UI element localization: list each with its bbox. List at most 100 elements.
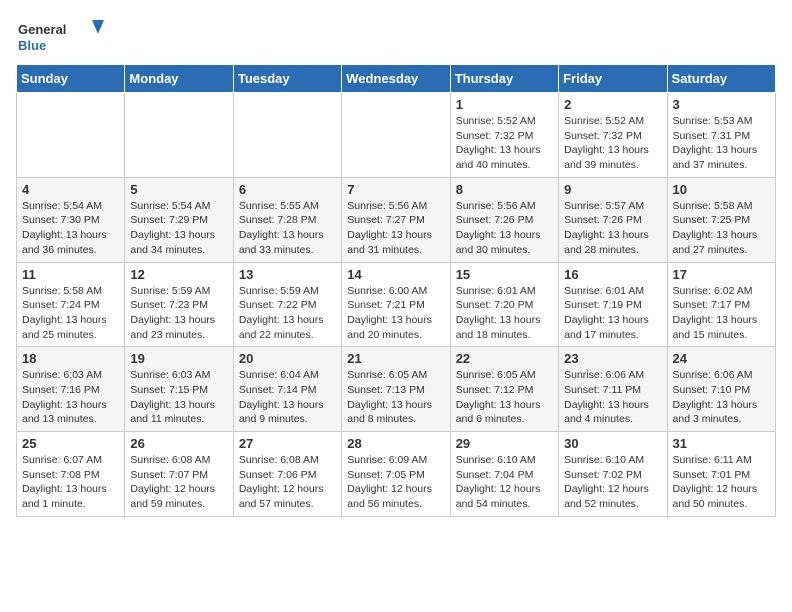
calendar-cell <box>125 93 233 178</box>
calendar-cell: 16 Sunrise: 6:01 AM Sunset: 7:19 PM Dayli… <box>559 262 667 347</box>
day-number: 19 <box>130 351 227 366</box>
calendar-cell: 4 Sunrise: 5:54 AM Sunset: 7:30 PM Daylig… <box>17 177 125 262</box>
calendar-cell: 21 Sunrise: 6:05 AM Sunset: 7:13 PM Dayli… <box>342 347 450 432</box>
day-number: 3 <box>673 97 770 112</box>
calendar-cell: 3 Sunrise: 5:53 AM Sunset: 7:31 PM Daylig… <box>667 93 775 178</box>
calendar-cell: 28 Sunrise: 6:09 AM Sunset: 7:05 PM Dayli… <box>342 432 450 517</box>
day-info: Sunrise: 5:56 AM Sunset: 7:27 PM Dayligh… <box>347 199 444 258</box>
day-info: Sunrise: 6:06 AM Sunset: 7:11 PM Dayligh… <box>564 368 661 427</box>
day-number: 31 <box>673 436 770 451</box>
header-area: General Blue <box>16 16 776 56</box>
day-number: 7 <box>347 182 444 197</box>
day-number: 17 <box>673 267 770 282</box>
calendar-body: 1Sunrise: 5:52 AM Sunset: 7:32 PM Daylig… <box>17 93 776 517</box>
day-info: Sunrise: 6:04 AM Sunset: 7:14 PM Dayligh… <box>239 368 336 427</box>
day-number: 8 <box>456 182 553 197</box>
day-number: 24 <box>673 351 770 366</box>
day-number: 16 <box>564 267 661 282</box>
calendar-cell: 8 Sunrise: 5:56 AM Sunset: 7:26 PM Daylig… <box>450 177 558 262</box>
day-info: Sunrise: 6:06 AM Sunset: 7:10 PM Dayligh… <box>673 368 770 427</box>
day-info: Sunrise: 5:53 AM Sunset: 7:31 PM Dayligh… <box>673 114 770 173</box>
days-header-row: Sunday Monday Tuesday Wednesday Thursday… <box>17 65 776 93</box>
calendar-cell: 27 Sunrise: 6:08 AM Sunset: 7:06 PM Dayli… <box>233 432 341 517</box>
day-info: Sunrise: 5:54 AM Sunset: 7:30 PM Dayligh… <box>22 199 119 258</box>
day-number: 14 <box>347 267 444 282</box>
day-info: Sunrise: 5:59 AM Sunset: 7:22 PM Dayligh… <box>239 284 336 343</box>
calendar-cell: 7 Sunrise: 5:56 AM Sunset: 7:27 PM Daylig… <box>342 177 450 262</box>
calendar-cell: 22 Sunrise: 6:05 AM Sunset: 7:12 PM Dayli… <box>450 347 558 432</box>
day-number: 27 <box>239 436 336 451</box>
calendar-cell: 19 Sunrise: 6:03 AM Sunset: 7:15 PM Dayli… <box>125 347 233 432</box>
day-number: 20 <box>239 351 336 366</box>
day-info: Sunrise: 6:03 AM Sunset: 7:15 PM Dayligh… <box>130 368 227 427</box>
logo-svg: General Blue <box>16 16 106 56</box>
day-info: Sunrise: 6:08 AM Sunset: 7:06 PM Dayligh… <box>239 453 336 512</box>
calendar-cell: 25 Sunrise: 6:07 AM Sunset: 7:08 PM Dayli… <box>17 432 125 517</box>
day-info: Sunrise: 6:01 AM Sunset: 7:19 PM Dayligh… <box>564 284 661 343</box>
calendar-cell: 14 Sunrise: 6:00 AM Sunset: 7:21 PM Dayli… <box>342 262 450 347</box>
day-info: Sunrise: 6:01 AM Sunset: 7:20 PM Dayligh… <box>456 284 553 343</box>
calendar-cell: 24 Sunrise: 6:06 AM Sunset: 7:10 PM Dayli… <box>667 347 775 432</box>
day-number: 6 <box>239 182 336 197</box>
day-info: Sunrise: 6:09 AM Sunset: 7:05 PM Dayligh… <box>347 453 444 512</box>
day-info: Sunrise: 6:07 AM Sunset: 7:08 PM Dayligh… <box>22 453 119 512</box>
header-saturday: Saturday <box>667 65 775 93</box>
day-info: Sunrise: 6:05 AM Sunset: 7:13 PM Dayligh… <box>347 368 444 427</box>
svg-text:General: General <box>18 22 66 37</box>
day-number: 10 <box>673 182 770 197</box>
calendar-cell: 6 Sunrise: 5:55 AM Sunset: 7:28 PM Daylig… <box>233 177 341 262</box>
calendar-cell: 12 Sunrise: 5:59 AM Sunset: 7:23 PM Dayli… <box>125 262 233 347</box>
calendar-week-row: 1Sunrise: 5:52 AM Sunset: 7:32 PM Daylig… <box>17 93 776 178</box>
day-number: 21 <box>347 351 444 366</box>
day-info: Sunrise: 5:58 AM Sunset: 7:25 PM Dayligh… <box>673 199 770 258</box>
day-info: Sunrise: 6:11 AM Sunset: 7:01 PM Dayligh… <box>673 453 770 512</box>
day-number: 22 <box>456 351 553 366</box>
calendar-cell: 23 Sunrise: 6:06 AM Sunset: 7:11 PM Dayli… <box>559 347 667 432</box>
day-number: 25 <box>22 436 119 451</box>
header-thursday: Thursday <box>450 65 558 93</box>
calendar-week-row: 11 Sunrise: 5:58 AM Sunset: 7:24 PM Dayli… <box>17 262 776 347</box>
calendar-cell <box>342 93 450 178</box>
calendar-table: Sunday Monday Tuesday Wednesday Thursday… <box>16 64 776 517</box>
calendar-week-row: 25 Sunrise: 6:07 AM Sunset: 7:08 PM Dayli… <box>17 432 776 517</box>
calendar-cell <box>233 93 341 178</box>
day-number: 11 <box>22 267 119 282</box>
day-number: 23 <box>564 351 661 366</box>
day-number: 13 <box>239 267 336 282</box>
day-info: Sunrise: 6:02 AM Sunset: 7:17 PM Dayligh… <box>673 284 770 343</box>
header-wednesday: Wednesday <box>342 65 450 93</box>
calendar-cell: 15 Sunrise: 6:01 AM Sunset: 7:20 PM Dayli… <box>450 262 558 347</box>
header-monday: Monday <box>125 65 233 93</box>
calendar-cell: 26Sunrise: 6:08 AM Sunset: 7:07 PM Dayli… <box>125 432 233 517</box>
day-info: Sunrise: 6:03 AM Sunset: 7:16 PM Dayligh… <box>22 368 119 427</box>
day-number: 5 <box>130 182 227 197</box>
day-number: 26 <box>130 436 227 451</box>
logo: General Blue <box>16 16 106 56</box>
calendar-cell: 10 Sunrise: 5:58 AM Sunset: 7:25 PM Dayli… <box>667 177 775 262</box>
day-number: 28 <box>347 436 444 451</box>
day-info: Sunrise: 5:52 AM Sunset: 7:32 PM Dayligh… <box>456 114 553 173</box>
calendar-cell: 5 Sunrise: 5:54 AM Sunset: 7:29 PM Daylig… <box>125 177 233 262</box>
day-number: 4 <box>22 182 119 197</box>
day-number: 12 <box>130 267 227 282</box>
day-info: Sunrise: 5:56 AM Sunset: 7:26 PM Dayligh… <box>456 199 553 258</box>
day-info: Sunrise: 5:55 AM Sunset: 7:28 PM Dayligh… <box>239 199 336 258</box>
day-number: 18 <box>22 351 119 366</box>
header-friday: Friday <box>559 65 667 93</box>
calendar-cell: 9Sunrise: 5:57 AM Sunset: 7:26 PM Daylig… <box>559 177 667 262</box>
day-info: Sunrise: 6:00 AM Sunset: 7:21 PM Dayligh… <box>347 284 444 343</box>
calendar-cell: 31 Sunrise: 6:11 AM Sunset: 7:01 PM Dayli… <box>667 432 775 517</box>
calendar-cell <box>17 93 125 178</box>
header-sunday: Sunday <box>17 65 125 93</box>
day-info: Sunrise: 5:59 AM Sunset: 7:23 PM Dayligh… <box>130 284 227 343</box>
calendar-cell: 30Sunrise: 6:10 AM Sunset: 7:02 PM Dayli… <box>559 432 667 517</box>
calendar-cell: 1Sunrise: 5:52 AM Sunset: 7:32 PM Daylig… <box>450 93 558 178</box>
day-info: Sunrise: 5:58 AM Sunset: 7:24 PM Dayligh… <box>22 284 119 343</box>
day-number: 29 <box>456 436 553 451</box>
day-number: 2 <box>564 97 661 112</box>
day-info: Sunrise: 6:05 AM Sunset: 7:12 PM Dayligh… <box>456 368 553 427</box>
day-info: Sunrise: 5:54 AM Sunset: 7:29 PM Dayligh… <box>130 199 227 258</box>
calendar-week-row: 4 Sunrise: 5:54 AM Sunset: 7:30 PM Daylig… <box>17 177 776 262</box>
day-number: 15 <box>456 267 553 282</box>
calendar-week-row: 18 Sunrise: 6:03 AM Sunset: 7:16 PM Dayli… <box>17 347 776 432</box>
